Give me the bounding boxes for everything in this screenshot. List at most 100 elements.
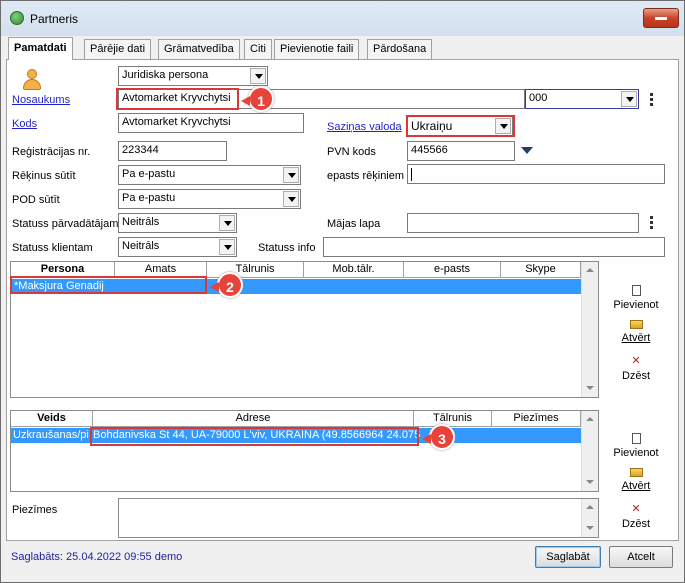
- status-client-label: Statuss klientam: [12, 242, 93, 254]
- partner-type-value: Juridiska persona: [122, 69, 209, 81]
- delete-person-button[interactable]: ✕ Dzēst: [611, 355, 661, 382]
- name-code-select[interactable]: 000: [525, 89, 639, 109]
- homepage-input[interactable]: [407, 213, 639, 233]
- save-button[interactable]: Saglabāt: [535, 546, 601, 568]
- homepage-label: Mājas lapa: [327, 218, 381, 230]
- column-header-adrese[interactable]: Adrese: [93, 411, 414, 427]
- column-header-addr-talrunis[interactable]: Tālrunis: [414, 411, 492, 427]
- status-client-select[interactable]: Neitrāls: [118, 237, 237, 257]
- notes-textarea[interactable]: [118, 498, 599, 538]
- chevron-down-icon[interactable]: [283, 167, 299, 183]
- tab-citi[interactable]: Citi: [244, 39, 272, 59]
- contact-language-label[interactable]: Saziņas valoda: [327, 121, 402, 133]
- status-carrier-value: Neitrāls: [122, 216, 160, 228]
- registration-value: 223344: [122, 144, 159, 156]
- saved-status-text: Saglabāts: 25.04.2022 09:55 demo: [11, 551, 183, 563]
- name-label[interactable]: Nosaukums: [12, 94, 70, 106]
- add-address-label: Pievienot: [613, 447, 659, 459]
- email-invoices-input[interactable]: [407, 164, 665, 184]
- add-person-label: Pievienot: [613, 299, 659, 311]
- vat-value: 445566: [411, 144, 448, 156]
- name-more-icon[interactable]: [649, 93, 655, 107]
- highlight-box-name: [116, 88, 239, 110]
- annotation-badge-2: 2: [210, 272, 243, 298]
- scroll-up-icon[interactable]: [582, 262, 598, 279]
- highlight-box-person: [10, 276, 207, 294]
- scroll-down-icon[interactable]: [582, 520, 598, 537]
- text-caret: [411, 168, 412, 181]
- column-header-skype[interactable]: Skype: [501, 262, 581, 278]
- open-person-button[interactable]: Atvērt: [611, 320, 661, 344]
- tab-pamatdati[interactable]: Pamatdati: [8, 37, 73, 60]
- delete-x-icon: ✕: [631, 503, 641, 515]
- new-document-icon: [631, 285, 641, 296]
- partner-window: Partneris Pamatdati Pārējie dati Grāmatv…: [0, 0, 685, 583]
- pod-select[interactable]: Pa e-pastu: [118, 189, 301, 209]
- vat-lookup-arrow-icon[interactable]: [521, 147, 533, 154]
- scroll-up-icon[interactable]: [582, 499, 598, 516]
- vat-input[interactable]: 445566: [407, 141, 515, 161]
- name-code-value: 000: [529, 92, 548, 104]
- chevron-down-icon[interactable]: [621, 91, 637, 107]
- persons-scrollbar[interactable]: [581, 262, 598, 397]
- vat-label: PVN kods: [327, 146, 376, 158]
- scroll-down-icon[interactable]: [582, 380, 598, 397]
- delete-address-label: Dzēst: [621, 518, 651, 530]
- add-address-button[interactable]: Pievienot: [611, 433, 661, 459]
- pod-value: Pa e-pastu: [122, 192, 176, 204]
- status-carrier-label: Statuss pārvadātājam: [12, 218, 119, 230]
- close-button[interactable]: [643, 8, 679, 28]
- open-address-button[interactable]: Atvērt: [611, 468, 661, 492]
- title-bar[interactable]: Partneris: [1, 1, 684, 36]
- highlight-box-address: [90, 427, 419, 446]
- tab-pardosana[interactable]: Pārdošana: [367, 39, 433, 59]
- scroll-up-icon[interactable]: [582, 411, 598, 428]
- send-invoices-select[interactable]: Pa e-pastu: [118, 165, 301, 185]
- address-grid-header: Veids Adrese Tālrunis Piezīmes: [11, 411, 581, 427]
- chevron-down-icon[interactable]: [283, 191, 299, 207]
- code-label[interactable]: Kods: [12, 118, 37, 130]
- app-icon: [10, 11, 24, 25]
- code-input[interactable]: Avtomarket Kryvchytsi: [118, 113, 304, 133]
- person-avatar-icon: [21, 69, 43, 91]
- cancel-button[interactable]: Atcelt: [609, 546, 673, 568]
- status-info-label: Statuss info: [258, 242, 316, 254]
- address-type-cell: Uzkraušanas/pi: [13, 429, 89, 441]
- notes-scrollbar[interactable]: [581, 499, 598, 537]
- chevron-down-icon[interactable]: [219, 215, 235, 231]
- partner-type-select[interactable]: Juridiska persona: [118, 66, 268, 86]
- new-document-icon: [631, 433, 641, 444]
- notes-label: Piezīmes: [12, 504, 58, 516]
- email-invoices-label: epasts rēķiniem: [327, 170, 405, 182]
- open-folder-icon: [629, 320, 643, 329]
- status-info-input[interactable]: [323, 237, 665, 257]
- scroll-down-icon[interactable]: [582, 474, 598, 491]
- open-folder-icon: [629, 468, 643, 477]
- registration-label: Reģistrācijas nr.: [12, 146, 91, 158]
- tab-parejie-dati[interactable]: Pārējie dati: [84, 39, 152, 59]
- open-person-label: Atvērt: [621, 332, 651, 344]
- tab-gramatvediba[interactable]: Grāmatvedība: [158, 39, 240, 59]
- annotation-badge-3: 3: [422, 424, 455, 450]
- tab-pievienotie-faili[interactable]: Pievienotie faili: [274, 39, 360, 59]
- address-scrollbar[interactable]: [581, 411, 598, 491]
- add-person-button[interactable]: Pievienot: [611, 285, 661, 311]
- delete-person-label: Dzēst: [621, 370, 651, 382]
- column-header-veids[interactable]: Veids: [11, 411, 93, 427]
- column-header-mob[interactable]: Mob.tālr.: [304, 262, 404, 278]
- pod-label: POD sūtīt: [12, 194, 60, 206]
- status-carrier-select[interactable]: Neitrāls: [118, 213, 237, 233]
- address-grid: Veids Adrese Tālrunis Piezīmes Uzkraušan…: [10, 410, 599, 492]
- send-invoices-label: Rēķinus sūtīt: [12, 170, 76, 182]
- code-value: Avtomarket Kryvchytsi: [122, 116, 231, 128]
- column-header-piezimes[interactable]: Piezīmes: [492, 411, 581, 427]
- homepage-more-icon[interactable]: [649, 216, 655, 230]
- open-address-label: Atvērt: [621, 480, 651, 492]
- send-invoices-value: Pa e-pastu: [122, 168, 176, 180]
- highlight-box-language: [406, 115, 515, 137]
- chevron-down-icon[interactable]: [250, 68, 266, 84]
- column-header-epasts[interactable]: e-pasts: [404, 262, 501, 278]
- registration-input[interactable]: 223344: [118, 141, 227, 161]
- chevron-down-icon[interactable]: [219, 239, 235, 255]
- delete-address-button[interactable]: ✕ Dzēst: [611, 503, 661, 530]
